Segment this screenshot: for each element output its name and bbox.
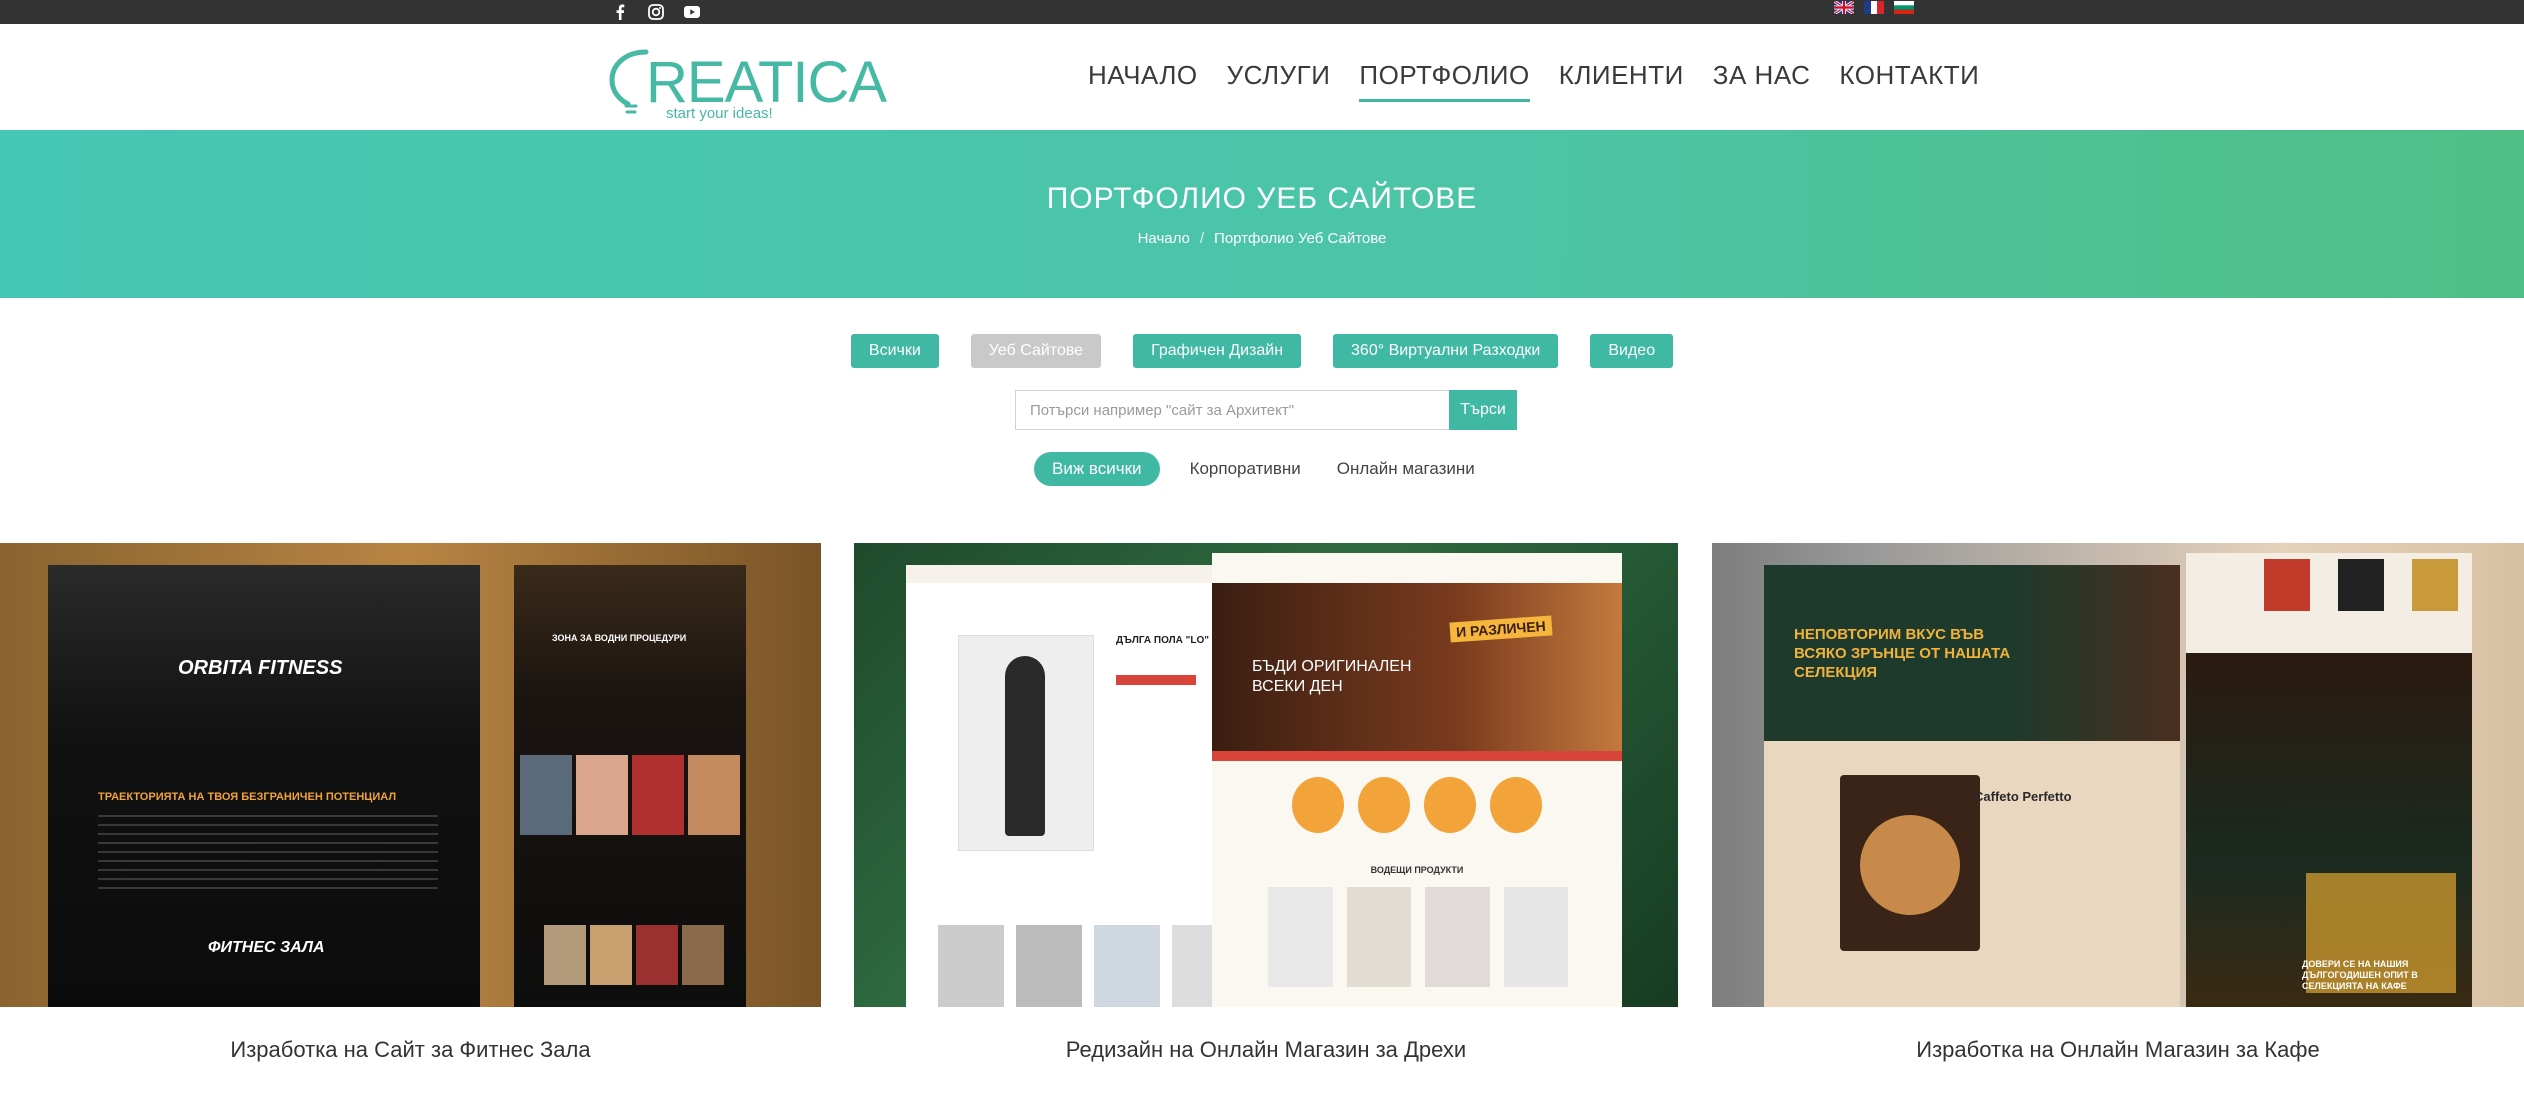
- portfolio-caption[interactable]: Редизайн на Онлайн Магазин за Дрехи: [854, 1037, 1678, 1063]
- breadcrumb-home[interactable]: Начало: [1138, 230, 1190, 247]
- flag-fr-icon[interactable]: [1864, 1, 1884, 14]
- breadcrumb-current: Портфолио Уеб Сайтове: [1214, 230, 1387, 247]
- thumbnail-text: ВОДЕЩИ ПРОДУКТИ: [1370, 865, 1464, 875]
- portfolio-item[interactable]: ORBITA FITNESS ТРАЕКТОРИЯТА НА ТВОЯ БЕЗГ…: [0, 543, 821, 1063]
- page-title: ПОРТФОЛИО УЕБ САЙТОВЕ: [1046, 182, 1478, 215]
- nav-services[interactable]: УСЛУГИ: [1227, 60, 1331, 102]
- thumbnail-text: НЕПОВТОРИМ ВКУС ВЪВ ВСЯКО ЗРЪНЦЕ ОТ НАША…: [1794, 626, 2011, 681]
- filter-all[interactable]: Всички: [850, 334, 939, 368]
- portfolio-thumbnail[interactable]: ДЪЛГА ПОЛА "LO" И РАЗЛИЧЕН БЪДИ ОРИГИНАЛ…: [854, 543, 1678, 1007]
- subfilter-view-all[interactable]: Виж всички: [1034, 452, 1160, 486]
- thumbnail-text: ДОВЕРИ СЕ НА НАШИЯ ДЪЛГОГОДИШЕН ОПИТ В С…: [2302, 959, 2418, 991]
- youtube-icon[interactable]: [684, 4, 700, 20]
- page-hero: ПОРТФОЛИО УЕБ САЙТОВЕ Начало / Портфолио У…: [0, 130, 2524, 298]
- thumbnail-text: ЗОНА ЗА ВОДНИ ПРОЦЕДУРИ: [552, 633, 687, 643]
- thumbnail-title: ORBITA FITNESS: [178, 657, 343, 679]
- site-header: REATICA start your ideas! НАЧАЛО УСЛУГИ …: [0, 24, 2524, 130]
- nav-clients[interactable]: КЛИЕНТИ: [1559, 60, 1684, 102]
- search-button[interactable]: Търси: [1449, 390, 1517, 430]
- thumbnail-screen: НЕПОВТОРИМ ВКУС ВЪВ ВСЯКО ЗРЪНЦЕ ОТ НАША…: [1764, 565, 2180, 1007]
- search-input[interactable]: [1015, 390, 1449, 430]
- nav-about[interactable]: ЗА НАС: [1713, 60, 1811, 102]
- portfolio-item[interactable]: НЕПОВТОРИМ ВКУС ВЪВ ВСЯКО ЗРЪНЦЕ ОТ НАША…: [1712, 543, 2524, 1063]
- breadcrumb: Начало / Портфолио Уеб Сайтове: [0, 230, 2524, 247]
- main-nav: НАЧАЛО УСЛУГИ ПОРТФОЛИО КЛИЕНТИ ЗА НАС К…: [1088, 60, 1979, 102]
- logo[interactable]: REATICA start your ideas!: [606, 36, 896, 122]
- filter-video[interactable]: Видео: [1590, 334, 1674, 368]
- svg-text:start your ideas!: start your ideas!: [666, 105, 773, 122]
- flag-bg-icon[interactable]: [1894, 1, 1914, 14]
- portfolio-thumbnail[interactable]: ORBITA FITNESS ТРАЕКТОРИЯТА НА ТВОЯ БЕЗГ…: [0, 543, 821, 1007]
- social-links: [612, 0, 700, 24]
- thumbnail-text: Caffeto Perfetto: [1974, 789, 2072, 804]
- thumbnail-screen: ORBITA FITNESS ТРАЕКТОРИЯТА НА ТВОЯ БЕЗГ…: [48, 565, 480, 1007]
- language-switcher: [1833, 0, 1914, 16]
- search-form: Търси: [1015, 390, 1517, 430]
- top-bar: [0, 0, 2524, 24]
- filter-graphic-design[interactable]: Графичен Дизайн: [1133, 334, 1302, 368]
- portfolio-item[interactable]: ДЪЛГА ПОЛА "LO" И РАЗЛИЧЕН БЪДИ ОРИГИНАЛ…: [854, 543, 1678, 1063]
- thumbnail-text: ТРАЕКТОРИЯТА НА ТВОЯ БЕЗГРАНИЧЕН ПОТЕНЦИ…: [98, 791, 397, 803]
- instagram-icon[interactable]: [648, 4, 664, 20]
- thumbnail-screen: ЗОНА ЗА ВОДНИ ПРОЦЕДУРИ: [514, 565, 746, 1007]
- sub-filters: Виж всички Корпоративни Онлайн магазини: [1034, 452, 1481, 486]
- thumbnail-text: БЪДИ ОРИГИНАЛЕН ВСЕКИ ДЕН: [1252, 658, 1412, 695]
- subfilter-online-shops[interactable]: Онлайн магазини: [1331, 452, 1481, 486]
- facebook-icon[interactable]: [612, 4, 628, 20]
- thumbnail-screen: И РАЗЛИЧЕН БЪДИ ОРИГИНАЛЕН ВСЕКИ ДЕН ВОД…: [1212, 553, 1622, 1007]
- portfolio-thumbnail[interactable]: НЕПОВТОРИМ ВКУС ВЪВ ВСЯКО ЗРЪНЦЕ ОТ НАША…: [1712, 543, 2524, 1007]
- filter-websites[interactable]: Уеб Сайтове: [970, 334, 1102, 368]
- portfolio-caption[interactable]: Изработка на Онлайн Магазин за Кафе: [1712, 1037, 2524, 1063]
- nav-portfolio[interactable]: ПОРТФОЛИО: [1359, 60, 1530, 102]
- breadcrumb-separator: /: [1199, 230, 1205, 247]
- nav-home[interactable]: НАЧАЛО: [1088, 60, 1198, 102]
- thumbnail-text: ДЪЛГА ПОЛА "LO": [1116, 635, 1209, 646]
- filter-virtual-tours[interactable]: 360° Виртуални Разходки: [1333, 334, 1559, 368]
- subfilter-corporate[interactable]: Корпоративни: [1184, 452, 1307, 486]
- flag-uk-icon[interactable]: [1833, 0, 1855, 16]
- portfolio-caption[interactable]: Изработка на Сайт за Фитнес Зала: [0, 1037, 821, 1063]
- thumbnail-screen: ДОВЕРИ СЕ НА НАШИЯ ДЪЛГОГОДИШЕН ОПИТ В С…: [2186, 553, 2472, 1007]
- thumbnail-text: ФИТНЕС ЗАЛА: [208, 939, 325, 956]
- nav-contacts[interactable]: КОНТАКТИ: [1839, 60, 1979, 102]
- category-filters: Всички Уеб Сайтове Графичен Дизайн 360° …: [0, 334, 2524, 368]
